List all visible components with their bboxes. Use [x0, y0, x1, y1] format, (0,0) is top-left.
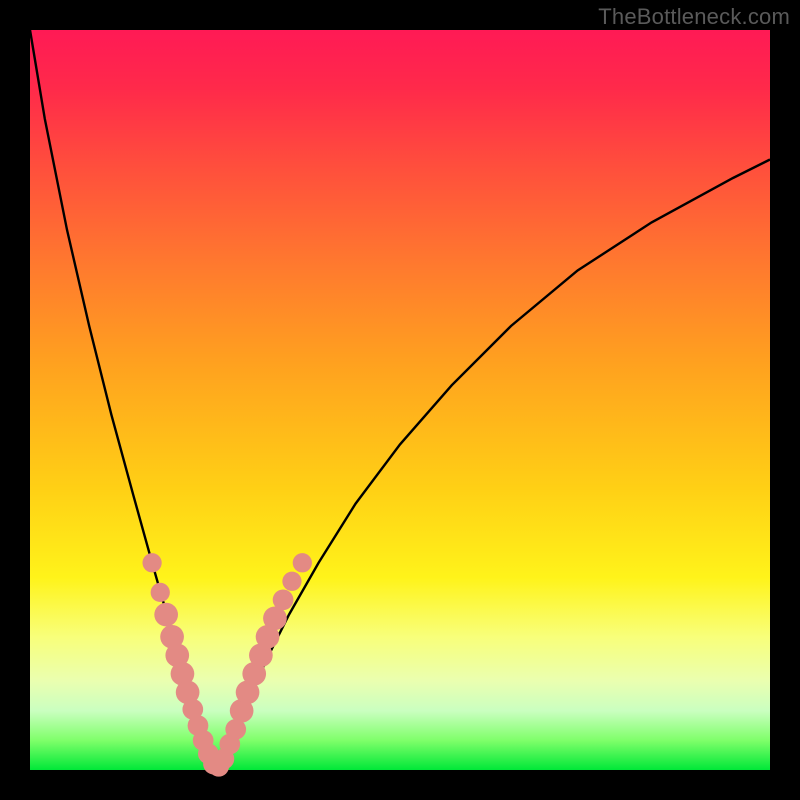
data-marker: [142, 553, 161, 572]
data-marker: [154, 603, 178, 627]
data-marker: [293, 553, 312, 572]
data-marker: [273, 589, 294, 610]
marker-group: [142, 553, 311, 776]
curve-right: [215, 160, 770, 771]
data-marker: [282, 572, 301, 591]
data-marker: [151, 583, 170, 602]
plot-area: [30, 30, 770, 770]
outer-frame: TheBottleneck.com: [0, 0, 800, 800]
watermark-text: TheBottleneck.com: [598, 4, 790, 30]
chart-svg: [30, 30, 770, 770]
